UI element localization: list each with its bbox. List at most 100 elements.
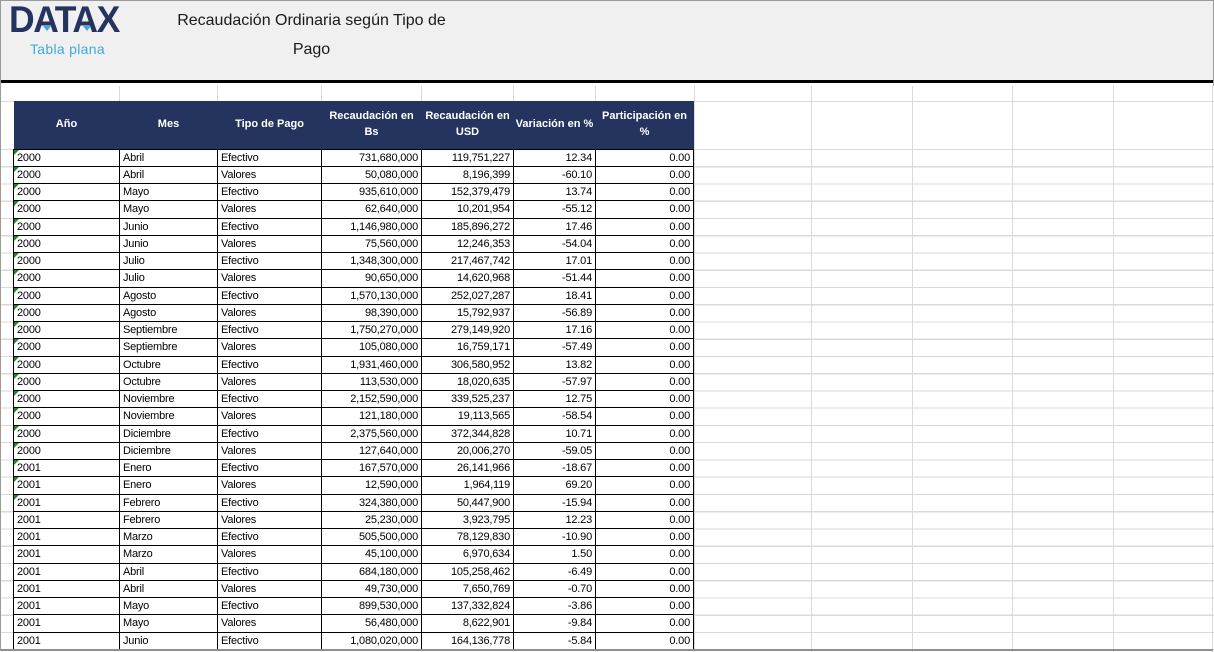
cell-tipo[interactable]: Valores bbox=[218, 511, 322, 528]
cell-mes[interactable]: Septiembre bbox=[120, 322, 218, 339]
cell-part[interactable]: 0.00 bbox=[596, 218, 694, 235]
cell-part[interactable]: 0.00 bbox=[596, 477, 694, 494]
cell-tipo[interactable]: Efectivo bbox=[218, 632, 322, 649]
cell-tipo[interactable]: Efectivo bbox=[218, 391, 322, 408]
cell-usd[interactable]: 6,970,634 bbox=[422, 546, 514, 563]
cell-part[interactable]: 0.00 bbox=[596, 442, 694, 459]
cell-var[interactable]: -55.12 bbox=[514, 201, 596, 218]
cell-usd[interactable]: 217,467,742 bbox=[422, 253, 514, 270]
cell-var[interactable]: -56.89 bbox=[514, 304, 596, 321]
cell-var[interactable]: -10.90 bbox=[514, 529, 596, 546]
cell-bs[interactable]: 167,570,000 bbox=[322, 460, 422, 477]
cell-part[interactable]: 0.00 bbox=[596, 529, 694, 546]
cell-mes[interactable]: Agosto bbox=[120, 304, 218, 321]
cell-var[interactable]: -0.70 bbox=[514, 580, 596, 597]
cell-var[interactable]: 17.46 bbox=[514, 218, 596, 235]
cell-mes[interactable]: Octubre bbox=[120, 373, 218, 390]
cell-usd[interactable]: 279,149,920 bbox=[422, 322, 514, 339]
cell-mes[interactable]: Mayo bbox=[120, 615, 218, 632]
cell-ano[interactable]: 2000 bbox=[14, 201, 120, 218]
cell-var[interactable]: -15.94 bbox=[514, 494, 596, 511]
cell-bs[interactable]: 121,180,000 bbox=[322, 408, 422, 425]
cell-mes[interactable]: Marzo bbox=[120, 546, 218, 563]
cell-var[interactable]: -57.97 bbox=[514, 373, 596, 390]
cell-mes[interactable]: Mayo bbox=[120, 201, 218, 218]
cell-ano[interactable]: 2000 bbox=[14, 442, 120, 459]
cell-tipo[interactable]: Efectivo bbox=[218, 149, 322, 166]
cell-bs[interactable]: 2,375,560,000 bbox=[322, 425, 422, 442]
cell-tipo[interactable]: Efectivo bbox=[218, 529, 322, 546]
cell-tipo[interactable]: Efectivo bbox=[218, 287, 322, 304]
cell-mes[interactable]: Junio bbox=[120, 632, 218, 649]
cell-var[interactable]: -60.10 bbox=[514, 166, 596, 183]
cell-ano[interactable]: 2001 bbox=[14, 563, 120, 580]
cell-usd[interactable]: 50,447,900 bbox=[422, 494, 514, 511]
column-header-bs[interactable]: Recaudación en Bs bbox=[322, 101, 422, 149]
cell-part[interactable]: 0.00 bbox=[596, 408, 694, 425]
cell-tipo[interactable]: Efectivo bbox=[218, 322, 322, 339]
cell-tipo[interactable]: Valores bbox=[218, 546, 322, 563]
cell-ano[interactable]: 2000 bbox=[14, 166, 120, 183]
cell-var[interactable]: 10.71 bbox=[514, 425, 596, 442]
cell-bs[interactable]: 684,180,000 bbox=[322, 563, 422, 580]
cell-var[interactable]: -58.54 bbox=[514, 408, 596, 425]
cell-part[interactable]: 0.00 bbox=[596, 184, 694, 201]
cell-usd[interactable]: 372,344,828 bbox=[422, 425, 514, 442]
cell-tipo[interactable]: Efectivo bbox=[218, 184, 322, 201]
cell-ano[interactable]: 2000 bbox=[14, 149, 120, 166]
cell-part[interactable]: 0.00 bbox=[596, 632, 694, 649]
cell-var[interactable]: -6.49 bbox=[514, 563, 596, 580]
cell-usd[interactable]: 12,246,353 bbox=[422, 235, 514, 252]
cell-tipo[interactable]: Efectivo bbox=[218, 356, 322, 373]
cell-tipo[interactable]: Efectivo bbox=[218, 460, 322, 477]
cell-ano[interactable]: 2000 bbox=[14, 408, 120, 425]
cell-tipo[interactable]: Valores bbox=[218, 373, 322, 390]
cell-ano[interactable]: 2001 bbox=[14, 546, 120, 563]
cell-usd[interactable]: 10,201,954 bbox=[422, 201, 514, 218]
cell-ano[interactable]: 2000 bbox=[14, 184, 120, 201]
cell-ano[interactable]: 2000 bbox=[14, 356, 120, 373]
cell-tipo[interactable]: Valores bbox=[218, 615, 322, 632]
cell-bs[interactable]: 49,730,000 bbox=[322, 580, 422, 597]
cell-ano[interactable]: 2001 bbox=[14, 494, 120, 511]
cell-usd[interactable]: 339,525,237 bbox=[422, 391, 514, 408]
cell-mes[interactable]: Septiembre bbox=[120, 339, 218, 356]
cell-ano[interactable]: 2000 bbox=[14, 373, 120, 390]
cell-var[interactable]: 18.41 bbox=[514, 287, 596, 304]
cell-bs[interactable]: 935,610,000 bbox=[322, 184, 422, 201]
cell-tipo[interactable]: Efectivo bbox=[218, 253, 322, 270]
cell-tipo[interactable]: Valores bbox=[218, 442, 322, 459]
cell-mes[interactable]: Diciembre bbox=[120, 425, 218, 442]
cell-part[interactable]: 0.00 bbox=[596, 287, 694, 304]
cell-var[interactable]: -54.04 bbox=[514, 235, 596, 252]
cell-usd[interactable]: 7,650,769 bbox=[422, 580, 514, 597]
cell-part[interactable]: 0.00 bbox=[596, 563, 694, 580]
cell-bs[interactable]: 90,650,000 bbox=[322, 270, 422, 287]
cell-part[interactable]: 0.00 bbox=[596, 546, 694, 563]
cell-var[interactable]: 12.34 bbox=[514, 149, 596, 166]
column-header-mes[interactable]: Mes bbox=[120, 101, 218, 149]
cell-bs[interactable]: 1,080,020,000 bbox=[322, 632, 422, 649]
cell-mes[interactable]: Febrero bbox=[120, 494, 218, 511]
cell-usd[interactable]: 252,027,287 bbox=[422, 287, 514, 304]
cell-bs[interactable]: 127,640,000 bbox=[322, 442, 422, 459]
cell-bs[interactable]: 12,590,000 bbox=[322, 477, 422, 494]
cell-ano[interactable]: 2000 bbox=[14, 322, 120, 339]
cell-bs[interactable]: 731,680,000 bbox=[322, 149, 422, 166]
cell-part[interactable]: 0.00 bbox=[596, 149, 694, 166]
cell-mes[interactable]: Agosto bbox=[120, 287, 218, 304]
cell-part[interactable]: 0.00 bbox=[596, 373, 694, 390]
cell-mes[interactable]: Julio bbox=[120, 253, 218, 270]
cell-bs[interactable]: 56,480,000 bbox=[322, 615, 422, 632]
cell-ano[interactable]: 2001 bbox=[14, 511, 120, 528]
cell-usd[interactable]: 14,620,968 bbox=[422, 270, 514, 287]
cell-var[interactable]: 13.82 bbox=[514, 356, 596, 373]
cell-ano[interactable]: 2000 bbox=[14, 339, 120, 356]
cell-bs[interactable]: 98,390,000 bbox=[322, 304, 422, 321]
cell-usd[interactable]: 105,258,462 bbox=[422, 563, 514, 580]
cell-part[interactable]: 0.00 bbox=[596, 598, 694, 615]
cell-ano[interactable]: 2001 bbox=[14, 615, 120, 632]
cell-part[interactable]: 0.00 bbox=[596, 339, 694, 356]
cell-usd[interactable]: 137,332,824 bbox=[422, 598, 514, 615]
cell-usd[interactable]: 119,751,227 bbox=[422, 149, 514, 166]
